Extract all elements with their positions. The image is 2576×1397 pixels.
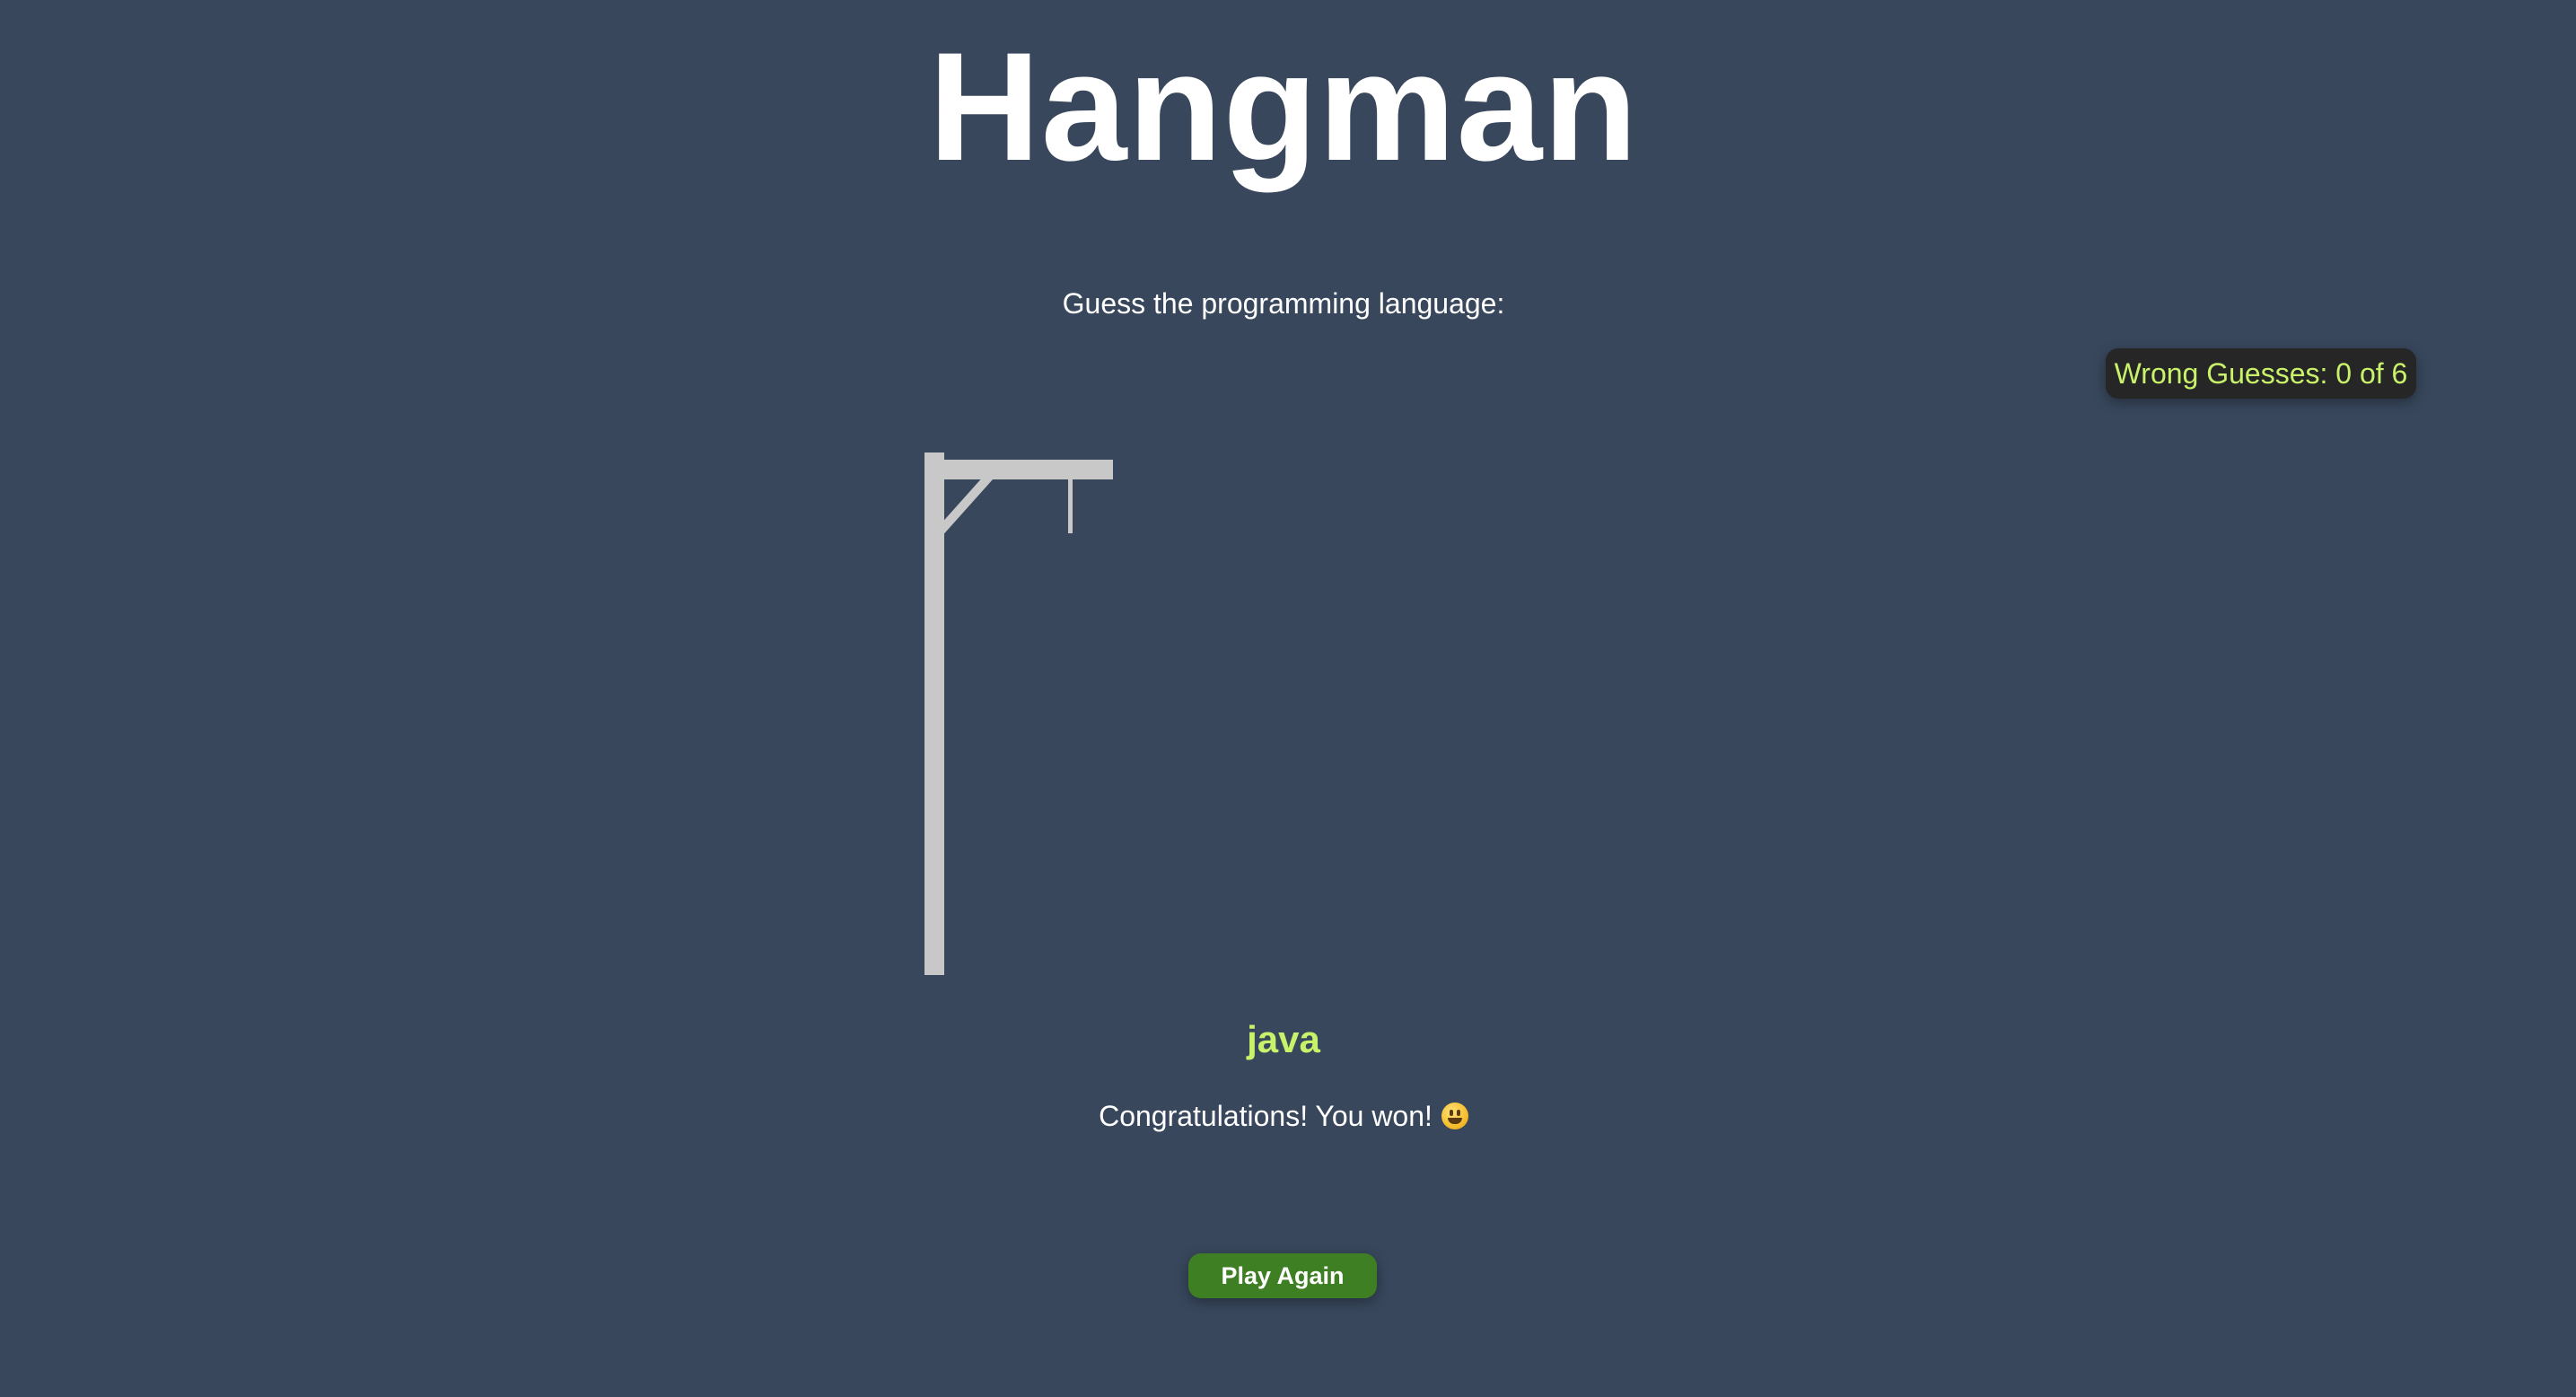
gallows-beam bbox=[924, 460, 1113, 479]
gallows-drawing bbox=[924, 452, 1113, 975]
result-message: Congratulations! You won! bbox=[1099, 1100, 1433, 1132]
game-prompt: Guess the programming language: bbox=[1062, 287, 1505, 320]
result-message-row: Congratulations! You won! bbox=[0, 1094, 2567, 1138]
grinning-face-icon bbox=[1441, 1103, 1468, 1129]
wrong-guesses-badge: Wrong Guesses: 0 of 6 bbox=[2106, 348, 2416, 399]
revealed-word: java bbox=[1247, 1018, 1320, 1060]
gallows-rope bbox=[1068, 478, 1073, 533]
play-again-button[interactable]: Play Again bbox=[1188, 1253, 1377, 1298]
game-title: Hangman bbox=[928, 21, 1639, 193]
